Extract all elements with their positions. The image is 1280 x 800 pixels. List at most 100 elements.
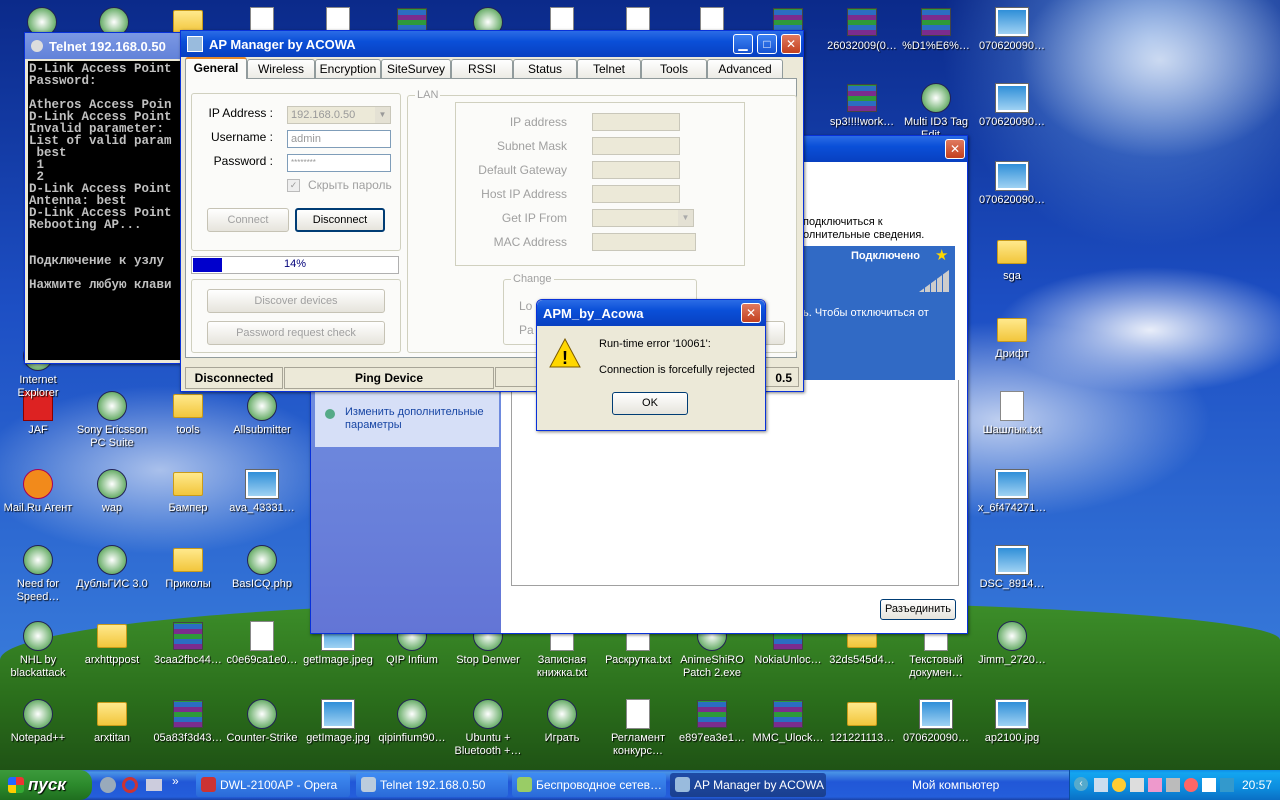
- telnet-window[interactable]: Telnet 192.168.0.50 D-Link Access Point P…: [24, 32, 196, 364]
- change-settings-link[interactable]: Изменить дополнительные параметры: [345, 406, 495, 432]
- chevron-down-icon[interactable]: ▼: [375, 107, 390, 123]
- desktop-icon[interactable]: Бампер: [150, 468, 226, 515]
- desktop-icon[interactable]: arxtitan: [74, 698, 150, 745]
- desktop-icon[interactable]: e897ea3e1…: [674, 698, 750, 745]
- tab-encryption[interactable]: Encryption: [315, 59, 381, 78]
- tab-wireless[interactable]: Wireless: [247, 59, 315, 78]
- desktop-icon[interactable]: 26032009(0…: [824, 6, 900, 53]
- start-button[interactable]: пуск: [0, 770, 92, 800]
- password-request-check-button[interactable]: Password request check: [207, 321, 385, 345]
- lan-hostip-field[interactable]: [592, 185, 680, 203]
- desktop-icon[interactable]: tools: [150, 390, 226, 437]
- desktop-icon[interactable]: Шашлык.txt: [974, 390, 1050, 437]
- quicklaunch-opera-icon[interactable]: [122, 777, 138, 793]
- tab-advanced[interactable]: Advanced: [707, 59, 783, 78]
- desktop-icon[interactable]: wap: [74, 468, 150, 515]
- maximize-button[interactable]: □: [757, 34, 777, 54]
- desktop-icon[interactable]: x_6f474271…: [974, 468, 1050, 515]
- tab-status[interactable]: Status: [513, 59, 577, 78]
- network-tray-icon[interactable]: [1094, 778, 1108, 792]
- desktop-icon[interactable]: 070620090…: [974, 82, 1050, 129]
- tray-icon-6[interactable]: [1184, 778, 1198, 792]
- desktop-icon[interactable]: Дрифт: [974, 314, 1050, 361]
- taskbar-item[interactable]: Беспроводное сетев…: [512, 773, 666, 797]
- connect-button[interactable]: Connect: [207, 208, 289, 232]
- desktop-icon[interactable]: ava_43331…: [224, 468, 300, 515]
- tray-icon-4[interactable]: [1148, 778, 1162, 792]
- desktop-icon[interactable]: 121221113…: [824, 698, 900, 745]
- quicklaunch-browser-icon[interactable]: [100, 777, 116, 793]
- taskbar-item[interactable]: DWL-2100AP - Opera: [196, 773, 350, 797]
- wireless-close-button[interactable]: ✕: [945, 139, 965, 159]
- tab-telnet[interactable]: Telnet: [577, 59, 641, 78]
- desktop-icon[interactable]: Приколы: [150, 544, 226, 591]
- password-field[interactable]: ********: [287, 154, 391, 172]
- desktop-icon[interactable]: MMC_Ulock…: [750, 698, 826, 745]
- desktop-icon[interactable]: Multi ID3 Tag Edit…: [898, 82, 974, 142]
- tab-rssi[interactable]: RSSI: [451, 59, 513, 78]
- disconnect-network-button[interactable]: Разъединить: [880, 599, 956, 620]
- desktop-icon[interactable]: Sony Ericsson PC Suite: [74, 390, 150, 450]
- quicklaunch-more-icon[interactable]: »: [172, 774, 179, 788]
- close-button[interactable]: ✕: [781, 34, 801, 54]
- icq-tray-icon[interactable]: [1112, 778, 1126, 792]
- desktop-icon[interactable]: Counter-Strike: [224, 698, 300, 745]
- desktop-icon[interactable]: c0e69ca1e0…: [224, 620, 300, 667]
- taskbar-item[interactable]: Telnet 192.168.0.50: [356, 773, 508, 797]
- error-dialog[interactable]: APM_by_Acowa ✕ ! Run-time error '10061':…: [536, 299, 766, 431]
- lan-ip-field[interactable]: [592, 113, 680, 131]
- desktop-icon[interactable]: ap2100.jpg: [974, 698, 1050, 745]
- tray-label[interactable]: Мой компьютер: [912, 778, 999, 792]
- discover-devices-button[interactable]: Discover devices: [207, 289, 385, 313]
- ap-manager-titlebar[interactable]: AP Manager by ACOWA: [181, 31, 803, 57]
- tab-sitesurvey[interactable]: SiteSurvey: [381, 59, 451, 78]
- desktop-icon[interactable]: sga: [974, 236, 1050, 283]
- desktop-icon[interactable]: 3caa2fbc44…: [150, 620, 226, 667]
- desktop-icon[interactable]: Jimm_2720…: [974, 620, 1050, 667]
- tray-expand-icon[interactable]: ‹: [1074, 777, 1088, 791]
- clock[interactable]: 20:57: [1242, 778, 1272, 792]
- desktop-icon[interactable]: Notepad++: [0, 698, 76, 745]
- volume-tray-icon[interactable]: [1130, 778, 1144, 792]
- desktop-icon[interactable]: Ubuntu + Bluetooth +…: [450, 698, 526, 758]
- desktop-icon[interactable]: 070620090…: [898, 698, 974, 745]
- error-ok-button[interactable]: OK: [612, 392, 688, 415]
- desktop-icon[interactable]: DSC_8914…: [974, 544, 1050, 591]
- desktop-icon[interactable]: sp3!!!!work…: [824, 82, 900, 129]
- lan-mac-field[interactable]: [592, 233, 696, 251]
- desktop-icon[interactable]: %D1%E6%…: [898, 6, 974, 53]
- desktop-icon[interactable]: Играть: [524, 698, 600, 745]
- desktop-icon[interactable]: 070620090…: [974, 160, 1050, 207]
- desktop-icon[interactable]: NHL by blackattack: [0, 620, 76, 680]
- hide-password-checkbox[interactable]: ✓: [287, 179, 300, 192]
- telnet-console[interactable]: D-Link Access Point Password: Atheros Acce…: [28, 61, 192, 360]
- disconnect-button[interactable]: Disconnect: [295, 208, 385, 232]
- tray-icon-7[interactable]: [1202, 778, 1216, 792]
- tray-icon-5[interactable]: [1166, 778, 1180, 792]
- desktop-icon[interactable]: qipinfium90…: [374, 698, 450, 745]
- lan-subnet-field[interactable]: [592, 137, 680, 155]
- desktop-icon[interactable]: arxhttppost: [74, 620, 150, 667]
- desktop-icon[interactable]: ДубльГИС 3.0: [74, 544, 150, 591]
- username-field[interactable]: admin: [287, 130, 391, 148]
- error-close-button[interactable]: ✕: [741, 303, 761, 323]
- error-titlebar[interactable]: APM_by_Acowa: [537, 300, 765, 326]
- quicklaunch-ship-icon[interactable]: [146, 779, 162, 791]
- desktop-icon[interactable]: Регламент конкурс…: [600, 698, 676, 758]
- desktop-icon[interactable]: BasICQ.php: [224, 544, 300, 591]
- taskbar-item[interactable]: AP Manager by ACOWA: [670, 773, 826, 797]
- desktop-icon[interactable]: 05a83f3d43…: [150, 698, 226, 745]
- desktop-icon[interactable]: Allsubmitter: [224, 390, 300, 437]
- desktop-icon[interactable]: Need for Speed…: [0, 544, 76, 604]
- minimize-button[interactable]: ▁: [733, 34, 753, 54]
- tab-general[interactable]: General: [185, 57, 247, 79]
- desktop-icon[interactable]: Mail.Ru Агент: [0, 468, 76, 515]
- desktop-icon[interactable]: getImage.jpg: [300, 698, 376, 745]
- desktop-icon[interactable]: 070620090…: [974, 6, 1050, 53]
- lan-gateway-field[interactable]: [592, 161, 680, 179]
- telnet-titlebar[interactable]: Telnet 192.168.0.50: [25, 33, 195, 59]
- tab-tools[interactable]: Tools: [641, 59, 707, 78]
- tray-icon-8[interactable]: [1220, 778, 1234, 792]
- ping-device-status[interactable]: Ping Device: [284, 367, 494, 389]
- chevron-down-icon[interactable]: ▼: [678, 210, 693, 226]
